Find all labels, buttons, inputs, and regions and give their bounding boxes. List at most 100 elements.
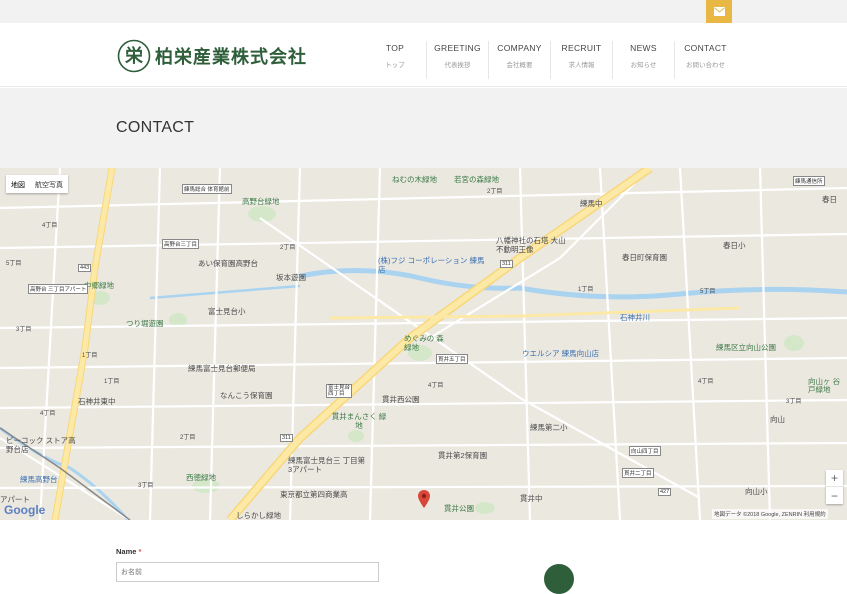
map-label: 貫井まんさく 緑地 [331, 412, 387, 430]
map-label: なんこう保育園 [220, 391, 273, 400]
zoom-out-button[interactable]: − [826, 487, 843, 504]
nav-greeting[interactable]: GREETING 代表挨拶 [426, 41, 488, 79]
map-label: 1丁目 [82, 353, 98, 359]
map-label: (株)フジ コーポレーション 練馬店 [378, 256, 485, 274]
top-bar [0, 0, 847, 23]
map-label: 富士見台 西丁目 [326, 384, 352, 398]
map-label: 4丁目 [40, 411, 56, 417]
map-label: 1丁目 [104, 379, 120, 385]
map-label: 4丁目 [428, 383, 444, 389]
page-title: CONTACT [116, 119, 195, 136]
nav-greeting-label: GREETING [434, 43, 481, 53]
map-label: 3丁目 [786, 399, 802, 405]
map-attribution[interactable]: 地図データ ©2018 Google, ZENRIN 利用規約 [712, 509, 828, 519]
map-label: めぐみの 森緑地 [404, 334, 444, 352]
map-label: 5丁目 [6, 261, 22, 267]
site-logo[interactable]: 栄 柏栄産業株式会社 [117, 39, 307, 73]
map-label: 練馬通信所 [793, 176, 825, 186]
name-label-text: Name [116, 547, 137, 556]
map-label: 石神井東中 [78, 397, 116, 406]
map-label: 富士見台小 [208, 307, 246, 316]
map-label: 春日 [822, 195, 837, 204]
map-label: 坂本遊園 [276, 273, 306, 282]
map-label: 5丁目 [700, 289, 716, 295]
nav-recruit-sub: 求人情報 [568, 62, 595, 69]
map-label: 1丁目 [578, 287, 594, 293]
logo-char: 栄 [124, 45, 144, 67]
nav-company[interactable]: COMPANY 会社概要 [488, 41, 550, 79]
nav-news[interactable]: NEWS お知らせ [612, 41, 674, 79]
nav-top-sub: トップ [385, 62, 405, 69]
map-label: つり堀遊園 [126, 319, 164, 328]
road-number: 427 [658, 488, 672, 496]
nav-recruit[interactable]: RECRUIT 求人情報 [550, 41, 612, 79]
map-label: 向山 [770, 415, 785, 424]
road-number: 443 [78, 264, 92, 272]
map-label: 貫井公園 [444, 504, 474, 513]
map-label: 西徳緑地 [186, 473, 216, 482]
map-label: 春日町保育園 [622, 253, 667, 262]
road-number: 311 [280, 434, 293, 442]
map-label: 2丁目 [280, 245, 296, 251]
nav-top[interactable]: TOP トップ [364, 41, 426, 79]
map-label: 貫井中 [520, 494, 543, 503]
company-name: 柏栄産業株式会社 [155, 47, 307, 68]
map-label: 貫井西公園 [382, 395, 420, 404]
map-label: 向山小 [745, 487, 768, 496]
map-label: 高野台 三丁目アパート [28, 284, 89, 294]
map-label: 2丁目 [487, 189, 503, 195]
map-label: 向山ヶ 谷戸緑地 [808, 377, 841, 394]
map-label: 練馬中 [580, 199, 603, 208]
nav-company-label: COMPANY [497, 43, 542, 53]
map-label: あい保育園高野台 [198, 259, 258, 268]
name-field-label: Name * [116, 547, 141, 556]
nav-contact-sub: お問い合わせ [686, 62, 725, 69]
map-label: 練馬富士見台郵便局 [188, 364, 256, 373]
nav-top-label: TOP [385, 43, 405, 53]
map-label: 高野台緑地 [242, 197, 280, 206]
zoom-control[interactable]: + − [826, 470, 843, 504]
map-label: 東京都立第四商業高 [280, 490, 348, 499]
map-label: 春日小 [723, 241, 746, 250]
google-logo[interactable]: Google [4, 503, 45, 517]
map-label: 4丁目 [698, 379, 714, 385]
map-type-control[interactable]: 地図 航空写真 [6, 175, 68, 193]
nav-contact[interactable]: CONTACT お問い合わせ [674, 41, 736, 79]
main-nav: TOP トップ GREETING 代表挨拶 COMPANY 会社概要 RECRU… [364, 41, 736, 79]
nav-news-label: NEWS [630, 43, 657, 53]
map-label: 高野台三丁目 [162, 239, 200, 249]
nav-company-sub: 会社概要 [506, 62, 533, 69]
map-type-satellite-button[interactable]: 航空写真 [30, 175, 68, 193]
map-label: 貫井第2保育園 [438, 451, 488, 460]
google-map[interactable]: 地図 航空写真 ねむの木緑地 若宮の森緑地 2丁目 練馬中 練馬通信所 高野台緑… [0, 168, 847, 520]
map-label: 若宮の森緑地 [454, 175, 499, 184]
map-label: しらかし緑地 [236, 511, 281, 520]
map-label: 石神井川 [620, 313, 650, 322]
map-label: 貫井二丁目 [622, 468, 654, 478]
map-label: 練馬高野台 [20, 475, 58, 484]
scroll-top-button[interactable] [544, 564, 574, 594]
map-label: 2丁目 [180, 435, 196, 441]
nav-greeting-sub: 代表挨拶 [444, 62, 471, 69]
required-mark: * [138, 547, 142, 556]
contact-form: Name * [0, 520, 847, 594]
road-number: 311 [500, 260, 513, 268]
map-type-map-button[interactable]: 地図 [6, 175, 30, 193]
name-input[interactable] [116, 562, 379, 582]
mail-icon [713, 7, 725, 16]
mail-button[interactable] [706, 0, 732, 23]
map-label: 貫井五丁目 [436, 354, 468, 364]
nav-news-sub: お知らせ [630, 62, 657, 69]
map-label: 4丁目 [42, 223, 58, 229]
map-label: 練馬区立向山公園 [716, 343, 776, 352]
map-label: 3丁目 [16, 327, 32, 333]
map-label: 練馬富士見台三 丁目第3アパート [288, 456, 366, 474]
logo-emblem-icon: 栄 [117, 39, 151, 73]
map-label: ウエルシア 練馬向山店 [522, 349, 600, 358]
site-header: 栄 柏栄産業株式会社 TOP トップ GREETING 代表挨拶 COMPANY… [0, 23, 847, 87]
location-marker-icon[interactable] [418, 490, 430, 508]
map-label: 練馬第二小 [530, 423, 568, 432]
zoom-in-button[interactable]: + [826, 470, 843, 487]
nav-recruit-label: RECRUIT [561, 43, 602, 53]
map-label: 練馬総合 体育館前 [182, 184, 232, 194]
